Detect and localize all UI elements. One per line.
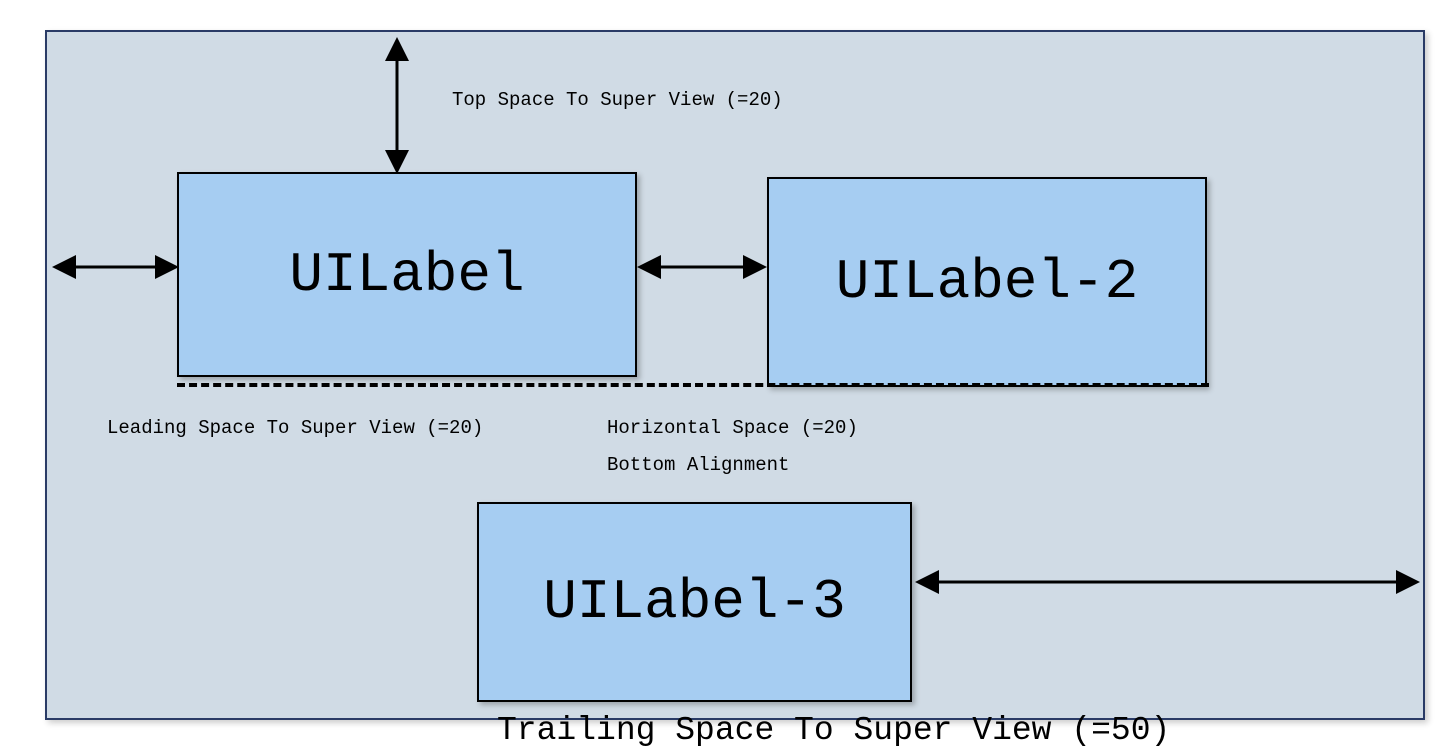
arrow-horizontal-space	[637, 247, 767, 287]
caption-top-space: Top Space To Super View (=20)	[452, 89, 783, 111]
uilabel-2-text: UILabel-2	[836, 250, 1138, 314]
uilabel-3: UILabel-3	[477, 502, 912, 702]
arrow-leading-space	[52, 247, 177, 287]
caption-leading-space: Leading Space To Super View (=20)	[107, 417, 483, 439]
caption-horizontal-space: Horizontal Space (=20)	[607, 417, 858, 439]
superview-container: UILabel UILabel-2 UILabel-3 Top Space To…	[45, 30, 1425, 720]
uilabel-3-text: UILabel-3	[543, 570, 845, 634]
caption-bottom-alignment: Bottom Alignment	[607, 454, 789, 476]
uilabel-1-text: UILabel	[289, 243, 524, 307]
arrow-top-space	[367, 37, 427, 172]
arrow-trailing-space	[915, 562, 1420, 602]
bottom-alignment-line	[177, 383, 1209, 387]
uilabel-1: UILabel	[177, 172, 637, 377]
uilabel-2: UILabel-2	[767, 177, 1207, 387]
